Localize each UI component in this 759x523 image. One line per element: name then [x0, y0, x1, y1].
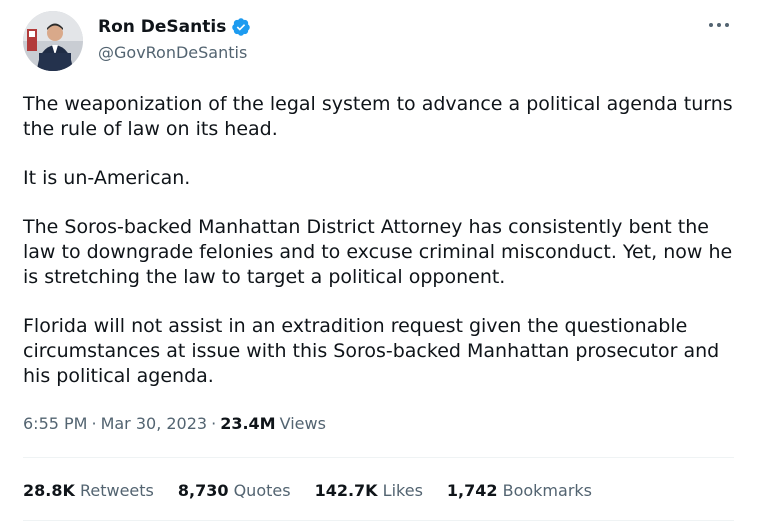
- tweet-meta: 6:55 PM · Mar 30, 2023 · 23.4M Views: [23, 414, 326, 433]
- divider: [23, 457, 734, 458]
- tweet-text: The weaponization of the legal system to…: [23, 92, 739, 413]
- meta-separator: ·: [211, 414, 217, 433]
- tweet-time[interactable]: 6:55 PM: [23, 414, 87, 433]
- bookmarks-stat[interactable]: 1,742 Bookmarks: [447, 481, 592, 500]
- likes-label: Likes: [382, 481, 423, 500]
- views-count: 23.4M: [220, 414, 276, 433]
- likes-stat[interactable]: 142.7K Likes: [315, 481, 423, 500]
- tweet-card: Ron DeSantis @GovRonDeSantis The weaponi…: [0, 0, 759, 523]
- tweet-paragraph: The Soros-backed Manhattan District Atto…: [23, 216, 733, 288]
- author-name-row: Ron DeSantis: [98, 17, 251, 37]
- author-display-name[interactable]: Ron DeSantis: [98, 17, 226, 37]
- retweets-count: 28.8K: [23, 481, 75, 500]
- views-label: Views: [279, 414, 326, 433]
- divider: [23, 520, 734, 521]
- likes-count: 142.7K: [314, 481, 378, 500]
- tweet-paragraph: Florida will not assist in an extraditio…: [23, 315, 720, 387]
- tweet-date[interactable]: Mar 30, 2023: [101, 414, 208, 433]
- retweets-stat[interactable]: 28.8K Retweets: [23, 481, 154, 500]
- bookmarks-count: 1,742: [446, 481, 498, 500]
- author-avatar[interactable]: [23, 11, 83, 71]
- quotes-label: Quotes: [233, 481, 291, 500]
- quotes-stat[interactable]: 8,730 Quotes: [178, 481, 291, 500]
- quotes-count: 8,730: [177, 481, 229, 500]
- verified-badge-icon: [231, 17, 251, 37]
- author-handle[interactable]: @GovRonDeSantis: [98, 43, 247, 62]
- engagement-stats: 28.8K Retweets 8,730 Quotes 142.7K Likes…: [23, 481, 616, 500]
- tweet-paragraph: The weaponization of the legal system to…: [23, 93, 733, 140]
- meta-separator: ·: [91, 414, 97, 433]
- retweets-label: Retweets: [79, 481, 154, 500]
- tweet-paragraph: It is un-American.: [23, 167, 191, 189]
- bookmarks-label: Bookmarks: [502, 481, 592, 500]
- more-options-icon[interactable]: [707, 12, 731, 36]
